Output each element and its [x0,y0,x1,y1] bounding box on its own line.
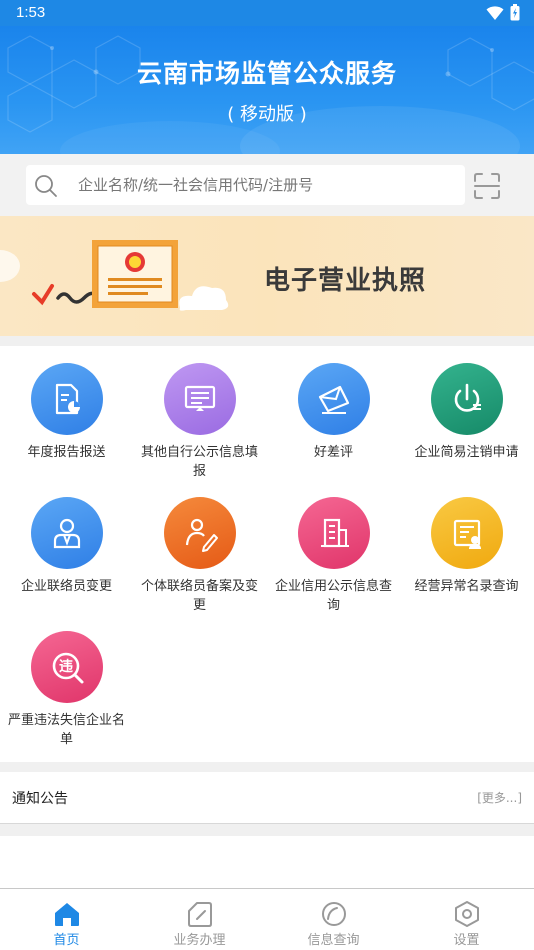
search-bar [0,154,534,216]
tab-label: 信息查询 [307,933,360,948]
service-simple-deregistration[interactable]: 企业简易注销申请 [400,363,533,462]
service-label: 经营异常名录查询 [414,579,519,594]
app-subtitle: ( 移动版 ) [227,104,307,125]
service-grid: 年度报告报送 其他自行公示信息填报 好差评 企业简易注销申请 企业联络员变更 个… [0,346,534,762]
service-label: 年度报告报送 [27,445,106,460]
service-label: 企业信用公示信息查询 [274,579,392,613]
envelope-icon [297,363,370,435]
monitor-icon [163,363,236,435]
tab-settings[interactable]: 设置 [400,889,533,950]
tab-label: 首页 [53,933,80,948]
search-box [26,165,465,205]
wifi-icon [486,5,504,20]
violation-search-icon: 违 [30,631,103,703]
status-bar: 1:53 [0,0,534,26]
service-label: 个体联络员备案及变更 [140,579,258,613]
signature-icon [163,497,236,569]
power-icon [430,363,503,435]
notice-more-link[interactable]: [更多...] [477,789,522,806]
status-time: 1:53 [16,4,46,21]
service-serious-violation[interactable]: 违 严重违法失信企业名单 [0,631,133,749]
tab-label: 业务办理 [173,933,226,948]
license-illustration [0,240,229,311]
query-circle-icon [322,902,346,926]
contact-person-icon [30,497,103,569]
building-icon [297,497,370,569]
service-label: 好差评 [313,445,353,460]
app-title: 云南市场监管公众服务 [136,59,397,88]
service-label: 严重违法失信企业名单 [7,713,125,747]
certificate-icon [430,497,503,569]
tab-label: 设置 [453,933,480,948]
banner-text: 电子营业执照 [264,266,427,296]
service-label: 企业简易注销申请 [414,445,519,460]
service-self-disclosure[interactable]: 其他自行公示信息填报 [133,363,266,481]
battery-icon [510,4,520,21]
service-individual-contact[interactable]: 个体联络员备案及变更 [133,497,266,615]
svg-text:违: 违 [59,658,73,675]
service-abnormal-list[interactable]: 经营异常名录查询 [400,497,533,596]
service-rating[interactable]: 好差评 [267,363,400,462]
divider-strip [0,824,534,836]
report-icon [30,363,103,435]
service-label: 企业联络员变更 [20,579,112,594]
home-icon [55,903,79,926]
notice-list [0,836,534,888]
scan-icon[interactable] [472,171,502,201]
settings-hex-icon [455,901,479,927]
document-icon [188,902,212,927]
notice-title: 通知公告 [12,791,68,807]
tab-query[interactable]: 信息查询 [267,889,400,950]
service-contact-change[interactable]: 企业联络员变更 [0,497,133,596]
status-icons [486,4,520,21]
app-header: 云南市场监管公众服务 ( 移动版 ) [0,26,534,154]
e-license-banner[interactable]: 电子营业执照 [0,216,534,336]
bottom-tab-bar: 首页 业务办理 信息查询 设置 [0,888,534,950]
service-annual-report[interactable]: 年度报告报送 [0,363,133,462]
notice-section: 通知公告 [更多...] [0,772,534,824]
tab-business[interactable]: 业务办理 [133,889,266,950]
search-icon [35,175,57,197]
hexagon-pattern [7,35,534,154]
service-credit-query[interactable]: 企业信用公示信息查询 [267,497,400,615]
tab-home[interactable]: 首页 [0,889,133,950]
service-label: 其他自行公示信息填报 [140,445,258,479]
search-input[interactable] [78,165,458,205]
